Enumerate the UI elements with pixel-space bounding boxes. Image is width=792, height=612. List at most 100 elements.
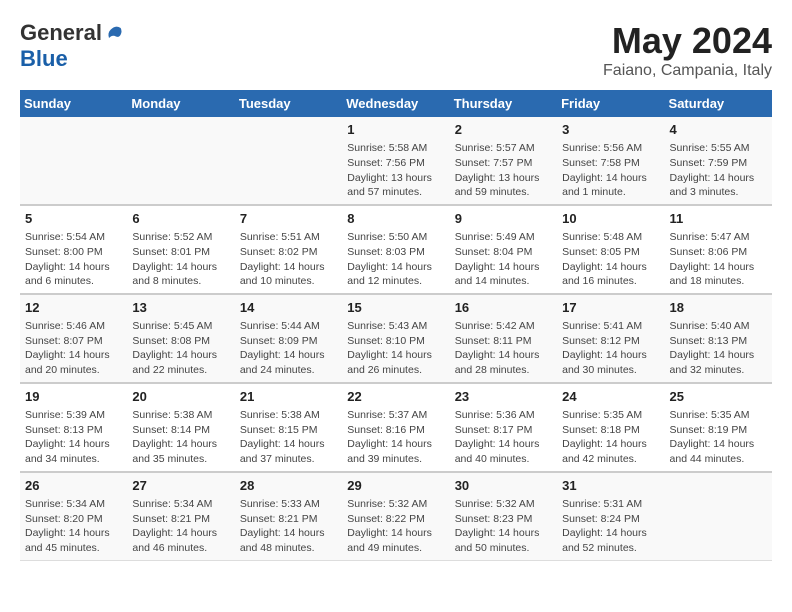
day-info: Sunrise: 5:33 AM Sunset: 8:21 PM Dayligh…	[240, 497, 337, 556]
day-number: 11	[670, 210, 767, 228]
calendar-day-cell: 2 Sunrise: 5:57 AM Sunset: 7:57 PM Daylig…	[450, 117, 557, 205]
day-number: 13	[132, 299, 229, 317]
day-info: Sunrise: 5:42 AM Sunset: 8:11 PM Dayligh…	[455, 319, 552, 378]
calendar-day-cell: 10 Sunrise: 5:48 AM Sunset: 8:05 PM Dayli…	[557, 205, 664, 294]
day-number: 24	[562, 388, 659, 406]
calendar-day-cell: 23 Sunrise: 5:36 AM Sunset: 8:17 PM Dayli…	[450, 383, 557, 472]
day-number: 28	[240, 477, 337, 495]
calendar-day-cell: 17 Sunrise: 5:41 AM Sunset: 8:12 PM Dayli…	[557, 294, 664, 383]
calendar-day-cell: 14 Sunrise: 5:44 AM Sunset: 8:09 PM Dayli…	[235, 294, 342, 383]
day-number: 3	[562, 121, 659, 139]
day-info: Sunrise: 5:32 AM Sunset: 8:22 PM Dayligh…	[347, 497, 444, 556]
day-number: 26	[25, 477, 122, 495]
column-header-sunday: Sunday	[20, 90, 127, 117]
day-info: Sunrise: 5:41 AM Sunset: 8:12 PM Dayligh…	[562, 319, 659, 378]
day-number: 6	[132, 210, 229, 228]
calendar-day-cell: 22Sunrise: 5:37 AM Sunset: 8:16 PM Dayli…	[342, 383, 449, 472]
day-number: 27	[132, 477, 229, 495]
day-number: 31	[562, 477, 659, 495]
day-info: Sunrise: 5:58 AM Sunset: 7:56 PM Dayligh…	[347, 141, 444, 200]
day-info: Sunrise: 5:35 AM Sunset: 8:18 PM Dayligh…	[562, 408, 659, 467]
day-number: 10	[562, 210, 659, 228]
column-header-friday: Friday	[557, 90, 664, 117]
page-header: General Blue May 2024 Faiano, Campania, …	[20, 20, 772, 80]
day-number: 12	[25, 299, 122, 317]
day-number: 19	[25, 388, 122, 406]
day-info: Sunrise: 5:39 AM Sunset: 8:13 PM Dayligh…	[25, 408, 122, 467]
day-number: 7	[240, 210, 337, 228]
calendar-day-cell: 7 Sunrise: 5:51 AM Sunset: 8:02 PM Daylig…	[235, 205, 342, 294]
day-number: 15	[347, 299, 444, 317]
day-info: Sunrise: 5:45 AM Sunset: 8:08 PM Dayligh…	[132, 319, 229, 378]
calendar-day-cell: 13 Sunrise: 5:45 AM Sunset: 8:08 PM Dayli…	[127, 294, 234, 383]
day-info: Sunrise: 5:40 AM Sunset: 8:13 PM Dayligh…	[670, 319, 767, 378]
calendar-day-cell: 18Sunrise: 5:40 AM Sunset: 8:13 PM Dayli…	[665, 294, 772, 383]
calendar-day-cell: 4Sunrise: 5:55 AM Sunset: 7:59 PM Daylig…	[665, 117, 772, 205]
logo-bird-icon	[104, 23, 124, 43]
day-number: 14	[240, 299, 337, 317]
day-info: Sunrise: 5:48 AM Sunset: 8:05 PM Dayligh…	[562, 230, 659, 289]
calendar-header-row: SundayMondayTuesdayWednesdayThursdayFrid…	[20, 90, 772, 117]
day-number: 4	[670, 121, 767, 139]
calendar-day-cell: 9 Sunrise: 5:49 AM Sunset: 8:04 PM Daylig…	[450, 205, 557, 294]
calendar-day-cell: 8Sunrise: 5:50 AM Sunset: 8:03 PM Daylig…	[342, 205, 449, 294]
calendar-week-row: 26Sunrise: 5:34 AM Sunset: 8:20 PM Dayli…	[20, 472, 772, 560]
day-number: 5	[25, 210, 122, 228]
calendar-day-cell: 20Sunrise: 5:38 AM Sunset: 8:14 PM Dayli…	[127, 383, 234, 472]
day-number: 2	[455, 121, 552, 139]
day-number: 22	[347, 388, 444, 406]
day-number: 29	[347, 477, 444, 495]
day-number: 8	[347, 210, 444, 228]
calendar-day-cell: 16 Sunrise: 5:42 AM Sunset: 8:11 PM Dayli…	[450, 294, 557, 383]
day-info: Sunrise: 5:49 AM Sunset: 8:04 PM Dayligh…	[455, 230, 552, 289]
day-info: Sunrise: 5:34 AM Sunset: 8:21 PM Dayligh…	[132, 497, 229, 556]
calendar-day-cell: 28 Sunrise: 5:33 AM Sunset: 8:21 PM Dayli…	[235, 472, 342, 560]
day-number: 30	[455, 477, 552, 495]
calendar-day-cell: 6Sunrise: 5:52 AM Sunset: 8:01 PM Daylig…	[127, 205, 234, 294]
day-info: Sunrise: 5:36 AM Sunset: 8:17 PM Dayligh…	[455, 408, 552, 467]
calendar-day-cell: 31 Sunrise: 5:31 AM Sunset: 8:24 PM Dayli…	[557, 472, 664, 560]
calendar-day-cell: 29 Sunrise: 5:32 AM Sunset: 8:22 PM Dayli…	[342, 472, 449, 560]
calendar-day-cell: 1 Sunrise: 5:58 AM Sunset: 7:56 PM Daylig…	[342, 117, 449, 205]
calendar-day-cell: 25 Sunrise: 5:35 AM Sunset: 8:19 PM Dayli…	[665, 383, 772, 472]
day-info: Sunrise: 5:43 AM Sunset: 8:10 PM Dayligh…	[347, 319, 444, 378]
column-header-saturday: Saturday	[665, 90, 772, 117]
calendar-week-row: 19 Sunrise: 5:39 AM Sunset: 8:13 PM Dayli…	[20, 383, 772, 472]
day-number: 9	[455, 210, 552, 228]
calendar-week-row: 12 Sunrise: 5:46 AM Sunset: 8:07 PM Dayli…	[20, 294, 772, 383]
day-number: 1	[347, 121, 444, 139]
logo-blue-text: Blue	[20, 46, 68, 72]
day-info: Sunrise: 5:46 AM Sunset: 8:07 PM Dayligh…	[25, 319, 122, 378]
day-info: Sunrise: 5:57 AM Sunset: 7:57 PM Dayligh…	[455, 141, 552, 200]
calendar-day-cell: 5Sunrise: 5:54 AM Sunset: 8:00 PM Daylig…	[20, 205, 127, 294]
day-info: Sunrise: 5:31 AM Sunset: 8:24 PM Dayligh…	[562, 497, 659, 556]
calendar-day-cell: 11Sunrise: 5:47 AM Sunset: 8:06 PM Dayli…	[665, 205, 772, 294]
column-header-monday: Monday	[127, 90, 234, 117]
day-number: 17	[562, 299, 659, 317]
day-info: Sunrise: 5:35 AM Sunset: 8:19 PM Dayligh…	[670, 408, 767, 467]
page-title: May 2024	[603, 20, 772, 62]
day-info: Sunrise: 5:38 AM Sunset: 8:15 PM Dayligh…	[240, 408, 337, 467]
column-header-wednesday: Wednesday	[342, 90, 449, 117]
day-number: 25	[670, 388, 767, 406]
calendar-day-cell: 15 Sunrise: 5:43 AM Sunset: 8:10 PM Dayli…	[342, 294, 449, 383]
title-block: May 2024 Faiano, Campania, Italy	[603, 20, 772, 80]
day-info: Sunrise: 5:51 AM Sunset: 8:02 PM Dayligh…	[240, 230, 337, 289]
calendar-day-cell: 21Sunrise: 5:38 AM Sunset: 8:15 PM Dayli…	[235, 383, 342, 472]
calendar-day-cell: 19 Sunrise: 5:39 AM Sunset: 8:13 PM Dayli…	[20, 383, 127, 472]
calendar-day-cell: 27 Sunrise: 5:34 AM Sunset: 8:21 PM Dayli…	[127, 472, 234, 560]
page-subtitle: Faiano, Campania, Italy	[603, 62, 772, 80]
day-number: 23	[455, 388, 552, 406]
calendar-day-cell	[127, 117, 234, 205]
calendar-week-row: 5Sunrise: 5:54 AM Sunset: 8:00 PM Daylig…	[20, 205, 772, 294]
day-info: Sunrise: 5:32 AM Sunset: 8:23 PM Dayligh…	[455, 497, 552, 556]
day-info: Sunrise: 5:44 AM Sunset: 8:09 PM Dayligh…	[240, 319, 337, 378]
column-header-thursday: Thursday	[450, 90, 557, 117]
logo: General Blue	[20, 20, 124, 72]
calendar-day-cell: 3 Sunrise: 5:56 AM Sunset: 7:58 PM Daylig…	[557, 117, 664, 205]
calendar-week-row: 1 Sunrise: 5:58 AM Sunset: 7:56 PM Daylig…	[20, 117, 772, 205]
day-number: 16	[455, 299, 552, 317]
day-info: Sunrise: 5:56 AM Sunset: 7:58 PM Dayligh…	[562, 141, 659, 200]
calendar-day-cell: 12 Sunrise: 5:46 AM Sunset: 8:07 PM Dayli…	[20, 294, 127, 383]
column-header-tuesday: Tuesday	[235, 90, 342, 117]
